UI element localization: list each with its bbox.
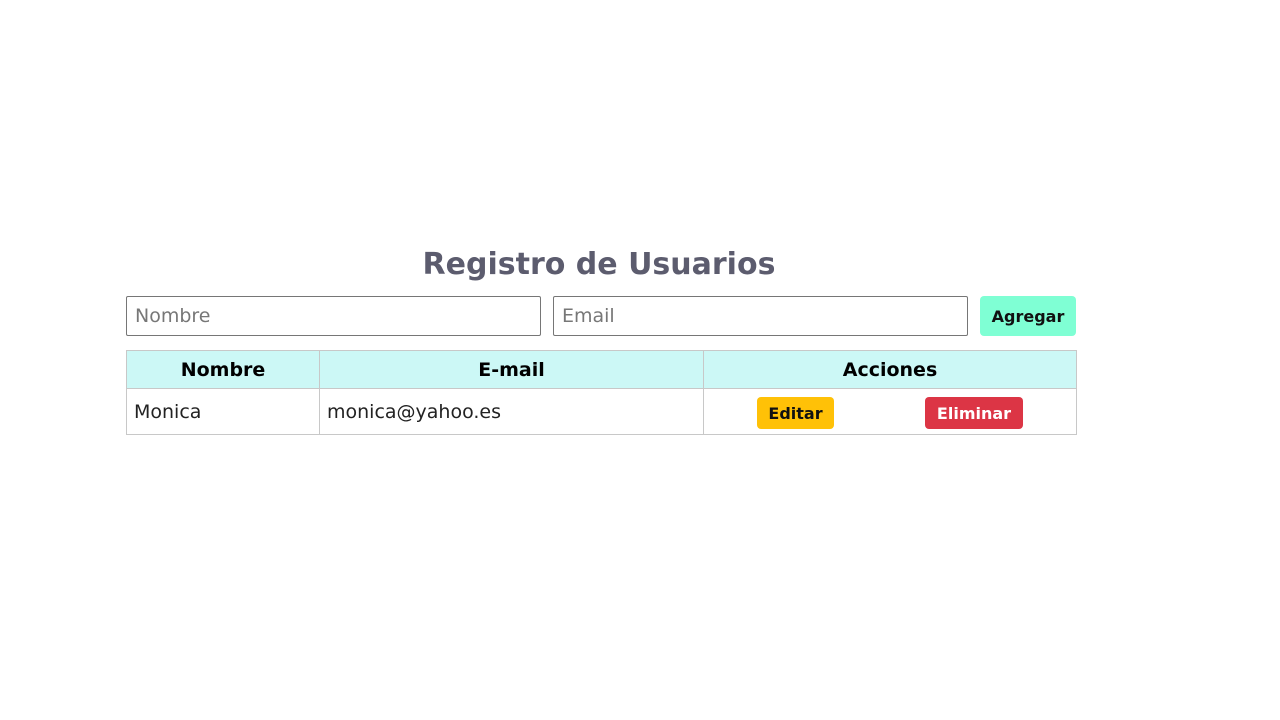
nombre-input[interactable] (126, 296, 541, 336)
add-button[interactable]: Agregar (980, 296, 1076, 336)
column-header-acciones: Acciones (703, 350, 1077, 389)
users-table: Nombre E-mail Acciones Monica monica@yah… (126, 350, 1077, 435)
table-header-row: Nombre E-mail Acciones (126, 350, 1077, 389)
email-input[interactable] (553, 296, 968, 336)
edit-button[interactable]: Editar (757, 397, 834, 429)
column-header-nombre: Nombre (126, 350, 320, 389)
cell-nombre: Monica (126, 388, 320, 435)
page-title: Registro de Usuarios (422, 247, 776, 282)
delete-button[interactable]: Eliminar (925, 397, 1023, 429)
table-row: Monica monica@yahoo.es Editar Eliminar (126, 388, 1077, 435)
user-registry-panel: Registro de Usuarios Agregar Nombre E-ma… (126, 240, 1077, 435)
column-header-email: E-mail (319, 350, 704, 389)
cell-email: monica@yahoo.es (319, 388, 704, 435)
cell-actions: Editar Eliminar (703, 388, 1077, 435)
add-user-form: Agregar (126, 296, 1076, 336)
